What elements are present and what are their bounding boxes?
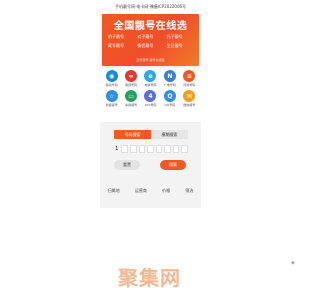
china-telecom-icon: e	[144, 70, 157, 82]
promo-banner[interactable]: 全国靓号在线选 豹子靓号 对子靓号 托子靓号 尾号靓号 情侣靓号 生日靓号 选号…	[102, 14, 199, 66]
tab-number-search[interactable]: 号码搜索	[114, 130, 151, 139]
reset-button[interactable]: 重置	[114, 160, 140, 170]
star-icon: ☆	[105, 90, 118, 102]
main-panel: 手机靓号网-电卡网-豫备ICP2022006号 全国靓号在线选 豹子靓号 对子靓…	[100, 0, 201, 208]
category-label: 移动号码	[105, 83, 118, 87]
category-item[interactable]: ✉ 微信靓号	[180, 90, 199, 107]
digit-input[interactable]	[155, 144, 163, 153]
filter-location[interactable]: 归属地	[108, 188, 120, 194]
banner-item: 情侣靓号	[137, 43, 154, 48]
search-button[interactable]: 搜索	[160, 160, 186, 170]
digit-input[interactable]	[181, 144, 188, 153]
hotline-icon: 4	[144, 90, 157, 102]
category-label: 微信靓号	[183, 103, 196, 107]
category-grid: ◉ 移动号码 ∞ 联通号码 e 电信号码 N 广电号码 ≡ 同城号码 ☆ 新星靓号 ▭ 车牌靓号 4 400号…	[100, 68, 201, 122]
scroll-indicator-icon: ◆	[291, 260, 295, 266]
banner-title: 全国靓号在线选	[113, 21, 188, 32]
category-item[interactable]: ≡ 同城号码	[180, 70, 199, 87]
category-item[interactable]: ▭ 车牌靓号	[121, 90, 140, 107]
filter-price[interactable]: 价格	[162, 188, 170, 194]
category-label: 联通号码	[125, 83, 138, 87]
category-item[interactable]: N 广电号码	[160, 70, 179, 87]
site-title: 手机靓号网-电卡网-豫备ICP2022006号	[100, 0, 201, 14]
category-item[interactable]: ∞ 联通号码	[121, 70, 140, 87]
broadcast-icon: N	[163, 70, 176, 82]
banner-item: 对子靓号	[137, 34, 154, 39]
wechat-icon: ✉	[183, 90, 196, 102]
category-item[interactable]: ◉ 移动号码	[102, 70, 121, 87]
banner-item: 尾号靓号	[108, 43, 124, 48]
category-item[interactable]: 4 400号码	[141, 90, 160, 107]
digit-input[interactable]	[121, 144, 129, 153]
digit-input[interactable]	[130, 144, 137, 153]
category-label: 新星靓号	[105, 103, 118, 107]
category-label: 400号码	[144, 103, 157, 107]
category-item[interactable]: ☆ 新星靓号	[102, 90, 121, 107]
digit-input[interactable]	[164, 144, 171, 153]
number-digit-inputs: 1	[114, 144, 188, 153]
category-item[interactable]: Q QQ号码	[160, 90, 179, 107]
category-label: 同城号码	[183, 83, 196, 87]
category-label: 车牌靓号	[125, 103, 138, 107]
qq-icon: Q	[163, 90, 176, 102]
first-digit: 1	[115, 145, 119, 152]
search-tabs: 号码搜索 模糊搜索	[114, 130, 188, 139]
digit-input[interactable]	[172, 144, 180, 153]
banner-item: 托子靓号	[166, 34, 183, 39]
car-plate-icon: ▭	[125, 90, 138, 102]
digit-input[interactable]	[147, 144, 154, 153]
banner-item: 生日靓号	[166, 43, 183, 48]
filter-bar: 归属地 运营商 价格 筛选	[100, 186, 201, 196]
banner-footer: 选号靓号·靓号在线选	[136, 58, 165, 62]
category-label: 电信号码	[144, 83, 157, 87]
city-icon: ≡	[183, 70, 196, 82]
category-item[interactable]: e 电信号码	[141, 70, 160, 87]
banner-item: 豹子靓号	[108, 34, 124, 39]
filter-more[interactable]: 筛选	[185, 188, 193, 194]
filter-carrier[interactable]: 运营商	[135, 188, 147, 194]
brand-logo: 聚集网	[118, 266, 181, 290]
tab-fuzzy-search[interactable]: 模糊搜索	[151, 130, 188, 139]
category-label: QQ号码	[164, 103, 176, 107]
digit-input[interactable]	[138, 144, 146, 153]
category-label: 广电号码	[163, 83, 176, 87]
china-unicom-icon: ∞	[125, 70, 138, 82]
china-mobile-icon: ◉	[105, 70, 118, 82]
